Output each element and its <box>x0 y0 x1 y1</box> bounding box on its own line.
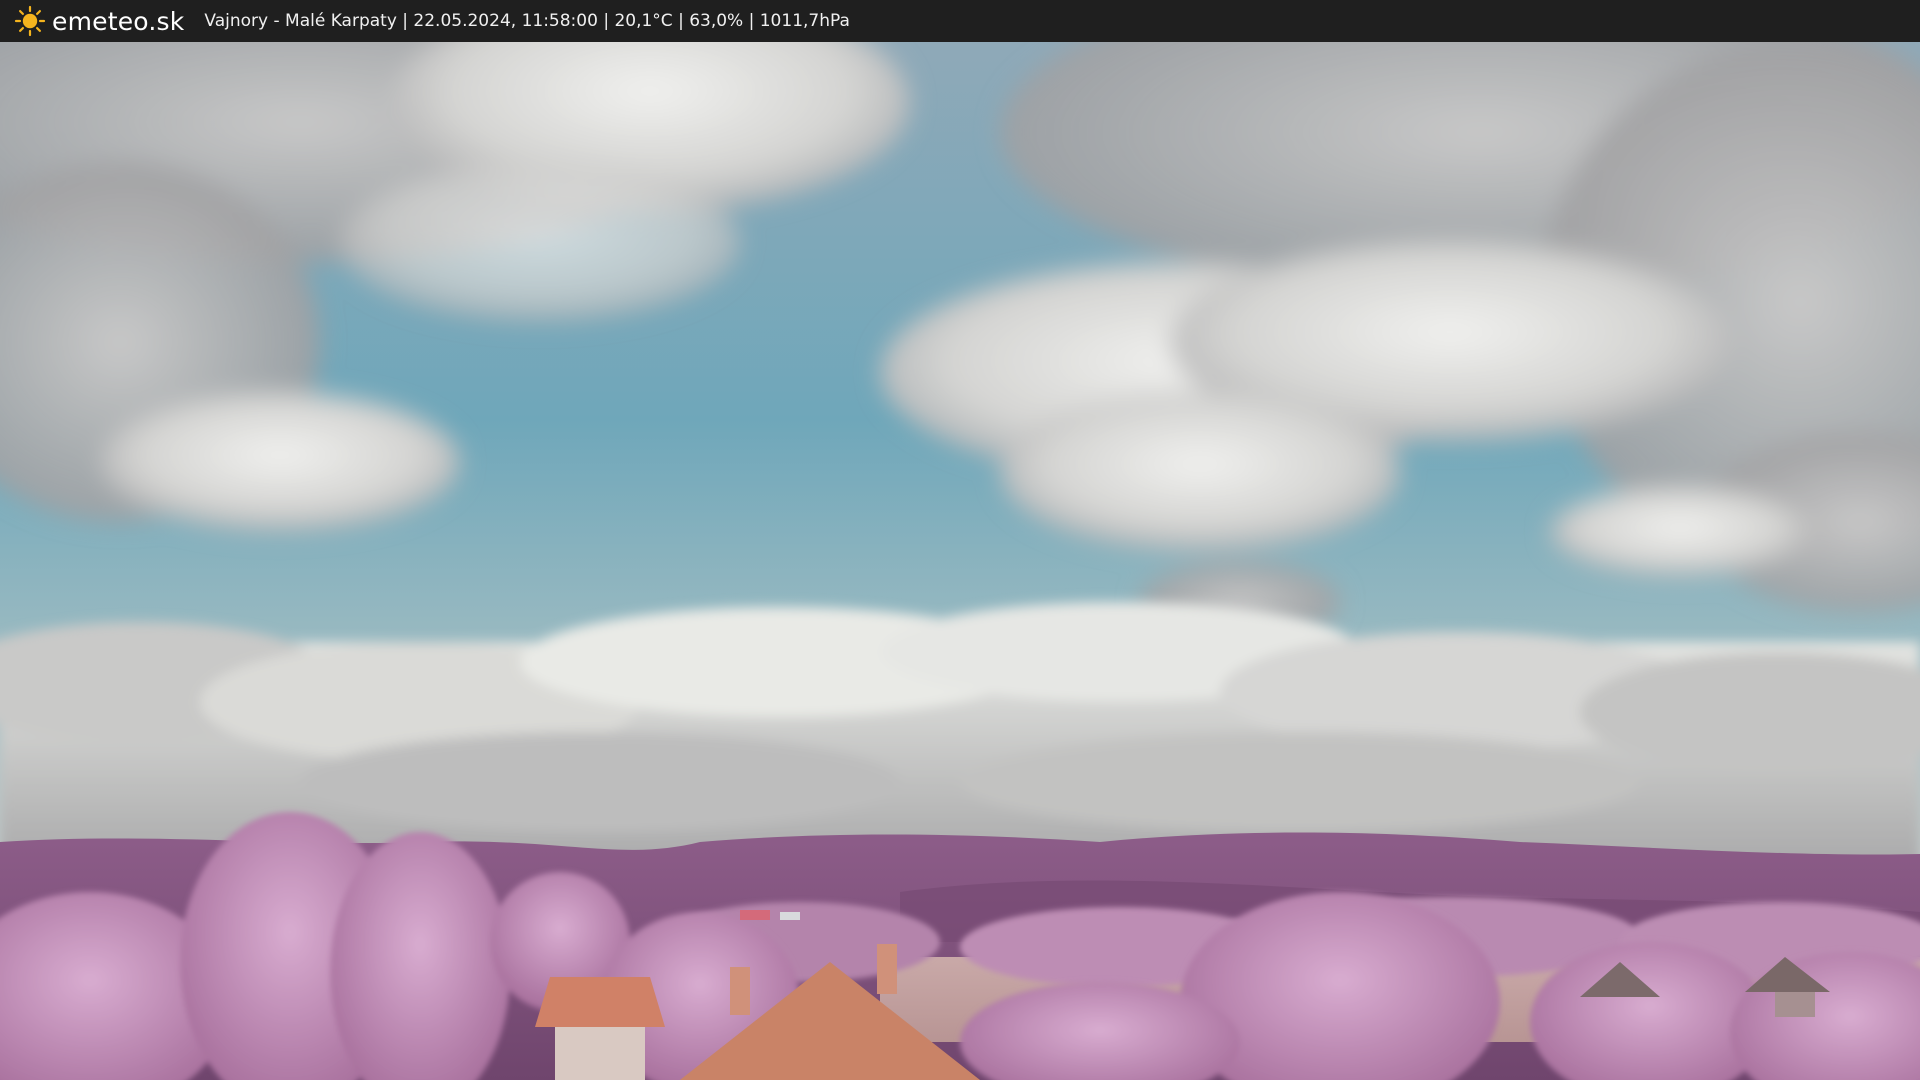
brand-name: emeteo.sk <box>52 6 185 36</box>
webcam-image <box>0 42 1920 1080</box>
sun-icon <box>14 5 46 37</box>
webcam-info-bar: emeteo.sk Vajnory - Malé Karpaty | 22.05… <box>0 0 1920 42</box>
webcam-page: emeteo.sk Vajnory - Malé Karpaty | 22.05… <box>0 0 1920 1080</box>
webcam-scene <box>0 42 1920 1080</box>
webcam-caption: Vajnory - Malé Karpaty | 22.05.2024, 11:… <box>204 11 850 31</box>
emeteo-logo[interactable]: emeteo.sk <box>14 0 184 42</box>
